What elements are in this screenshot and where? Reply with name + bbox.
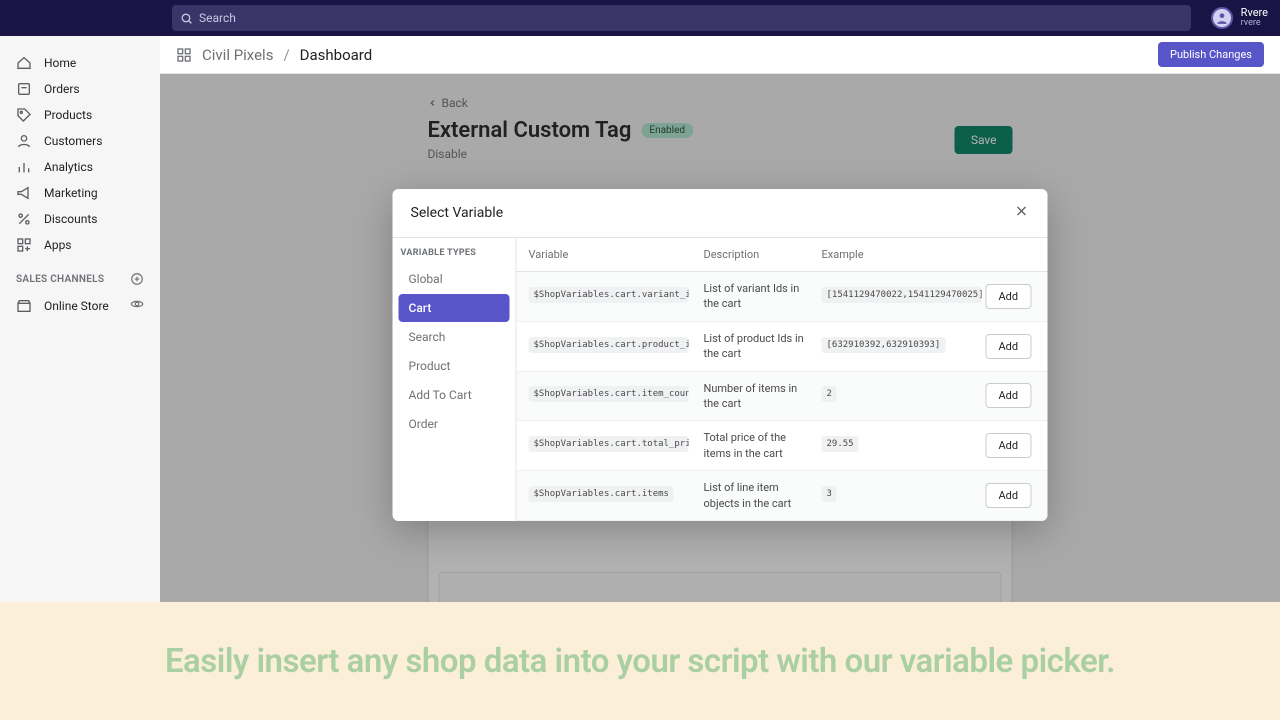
search-wrap[interactable]: [172, 5, 1191, 31]
percent-icon: [16, 211, 32, 227]
person-icon: [16, 133, 32, 149]
sidebar-item-apps[interactable]: Apps: [0, 232, 160, 258]
modal-title: Select Variable: [411, 205, 504, 221]
variable-type-item[interactable]: Cart: [399, 294, 510, 322]
variable-code: $ShopVariables.cart.item_count: [529, 386, 689, 402]
publish-button[interactable]: Publish Changes: [1158, 42, 1264, 67]
variable-description: Number of items in the cart: [704, 381, 822, 412]
user-handle: rvere: [1241, 19, 1268, 29]
col-description: Description: [704, 248, 822, 261]
orders-icon: [16, 81, 32, 97]
tag-icon: [16, 107, 32, 123]
variable-code: $ShopVariables.cart.product_ids: [529, 337, 689, 353]
sidebar-item-label: Analytics: [44, 160, 93, 174]
user-menu[interactable]: Rvere rvere: [1211, 7, 1268, 29]
add-variable-button[interactable]: Add: [986, 383, 1032, 408]
search-icon: [180, 12, 193, 25]
sidebar-item-label: Online Store: [44, 299, 109, 313]
sidebar-item-label: Marketing: [44, 186, 98, 200]
select-variable-modal: Select Variable VARIABLE TYPES GlobalCar…: [393, 189, 1048, 521]
search-input[interactable]: [199, 11, 1183, 25]
sidebar-item-products[interactable]: Products: [0, 102, 160, 128]
variable-description: Total price of the items in the cart: [704, 430, 822, 461]
variable-row: $ShopVariables.cart.variant_ids List of v…: [517, 272, 1048, 322]
app-icon: [176, 47, 192, 63]
sidebar-item-discounts[interactable]: Discounts: [0, 206, 160, 232]
variable-type-item[interactable]: Order: [399, 410, 510, 438]
variable-row: $ShopVariables.cart.product_ids List of p…: [517, 322, 1048, 372]
variable-code: $ShopVariables.cart.total_price: [529, 436, 689, 452]
add-variable-button[interactable]: Add: [986, 334, 1032, 359]
variable-type-item[interactable]: Add To Cart: [399, 381, 510, 409]
variable-example: [1541129470022,1541129470025]: [822, 287, 982, 303]
sidebar-item-label: Orders: [44, 82, 80, 96]
col-example: Example: [822, 248, 986, 261]
close-button[interactable]: [1014, 203, 1030, 223]
variable-row: $ShopVariables.cart.items List of line it…: [517, 471, 1048, 521]
variable-description: List of line item objects in the cart: [704, 480, 822, 511]
add-variable-button[interactable]: Add: [986, 483, 1032, 508]
variable-example: 3: [822, 486, 837, 502]
breadcrumb-page: Dashboard: [300, 46, 373, 64]
add-channel-icon[interactable]: [130, 272, 144, 286]
variable-type-item[interactable]: Global: [399, 265, 510, 293]
close-icon: [1014, 203, 1030, 219]
sidebar-item-analytics[interactable]: Analytics: [0, 154, 160, 180]
avatar: [1211, 7, 1233, 29]
variable-type-item[interactable]: Search: [399, 323, 510, 351]
variable-description: List of product Ids in the cart: [704, 331, 822, 362]
sidebar-item-label: Products: [44, 108, 92, 122]
variable-example: 2: [822, 386, 837, 402]
megaphone-icon: [16, 185, 32, 201]
sidebar-item-online-store[interactable]: Online Store: [0, 292, 160, 319]
top-bar: Rvere rvere: [0, 0, 1280, 36]
variable-types-list: VARIABLE TYPES GlobalCartSearchProductAd…: [393, 238, 517, 521]
variable-description: List of variant Ids in the cart: [704, 281, 822, 312]
variable-code: $ShopVariables.cart.items: [529, 486, 674, 502]
sidebar-item-label: Home: [44, 56, 76, 70]
sidebar-item-marketing[interactable]: Marketing: [0, 180, 160, 206]
store-icon: [16, 298, 32, 314]
variable-types-label: VARIABLE TYPES: [393, 238, 516, 264]
add-variable-button[interactable]: Add: [986, 284, 1032, 309]
variable-example: 29.55: [822, 436, 859, 452]
sidebar-item-customers[interactable]: Customers: [0, 128, 160, 154]
sidebar-item-label: Customers: [44, 134, 102, 148]
variable-code: $ShopVariables.cart.variant_ids: [529, 287, 689, 303]
breadcrumb: Civil Pixels / Dashboard: [176, 46, 372, 64]
add-variable-button[interactable]: Add: [986, 433, 1032, 458]
sidebar-item-label: Discounts: [44, 212, 97, 226]
sidebar-item-home[interactable]: Home: [0, 50, 160, 76]
variable-type-item[interactable]: Product: [399, 352, 510, 380]
col-variable: Variable: [529, 248, 704, 261]
sidebar-item-orders[interactable]: Orders: [0, 76, 160, 102]
variable-row: $ShopVariables.cart.total_price Total pri…: [517, 421, 1048, 471]
variable-example: [632910392,632910393]: [822, 337, 946, 353]
view-store-icon[interactable]: [130, 297, 144, 314]
variable-row: $ShopVariables.cart.item_count Number of …: [517, 372, 1048, 422]
apps-icon: [16, 237, 32, 253]
sidebar-item-label: Apps: [44, 238, 72, 252]
home-icon: [16, 55, 32, 71]
promo-banner: Easily insert any shop data into your sc…: [0, 602, 1280, 720]
variable-table: Variable Description Example $ShopVariab…: [517, 238, 1048, 521]
breadcrumb-app[interactable]: Civil Pixels: [202, 46, 273, 64]
breadcrumb-bar: Civil Pixels / Dashboard Publish Changes: [160, 36, 1280, 74]
promo-text: Easily insert any shop data into your sc…: [165, 642, 1115, 681]
sidebar-section-channels: SALES CHANNELS: [0, 258, 160, 292]
analytics-icon: [16, 159, 32, 175]
